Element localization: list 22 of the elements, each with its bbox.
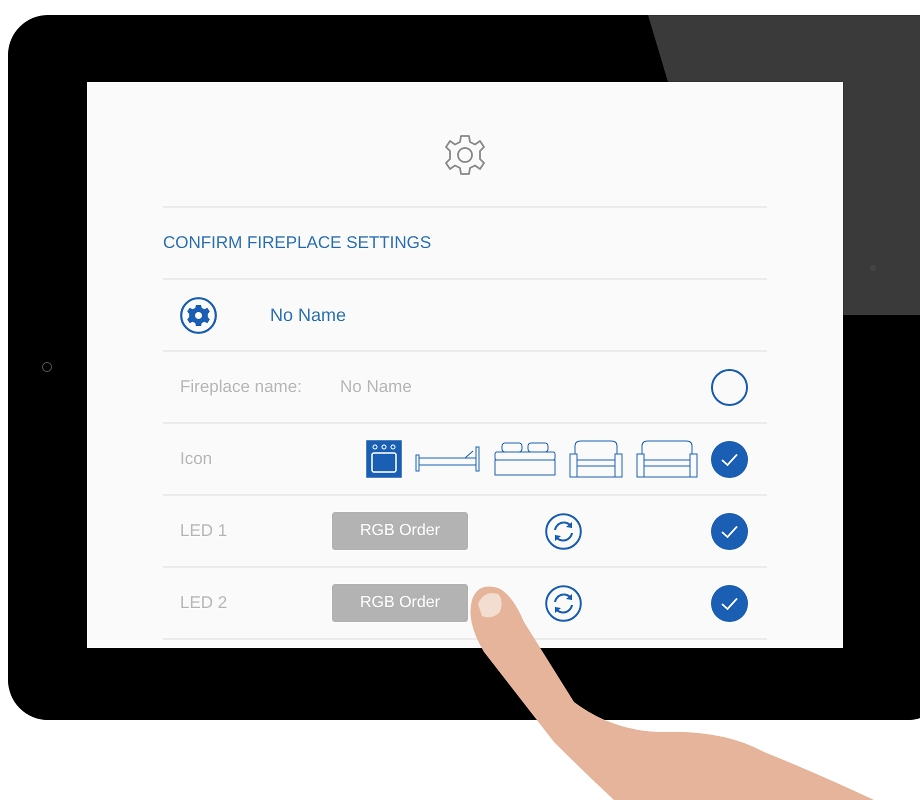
- sofa-icon[interactable]: [636, 440, 698, 478]
- armchair-icon[interactable]: [569, 440, 623, 478]
- fireplace-name-value: No Name: [340, 376, 412, 398]
- refresh-icon[interactable]: [545, 512, 582, 550]
- settings-icon: [443, 133, 487, 177]
- rgb-order-button[interactable]: RGB Order: [332, 584, 468, 622]
- bed-icon[interactable]: [415, 445, 481, 473]
- gear-icon: [180, 296, 217, 334]
- led-label: LED 1: [180, 520, 228, 542]
- field-label: Fireplace name:: [180, 376, 303, 398]
- oven-icon[interactable]: [366, 440, 402, 478]
- checked-circle-icon[interactable]: [711, 584, 748, 622]
- led-label: LED 2: [180, 592, 228, 614]
- checked-circle-icon[interactable]: [711, 440, 748, 478]
- device-name: No Name: [270, 304, 346, 326]
- empty-circle-icon[interactable]: [711, 368, 748, 406]
- rgb-order-button[interactable]: RGB Order: [332, 512, 468, 550]
- refresh-icon[interactable]: [545, 584, 582, 622]
- section-heading: CONFIRM FIREPLACE SETTINGS: [163, 232, 432, 254]
- checked-circle-icon[interactable]: [711, 512, 748, 550]
- field-label: Icon: [180, 448, 212, 470]
- double-bed-icon[interactable]: [494, 441, 556, 477]
